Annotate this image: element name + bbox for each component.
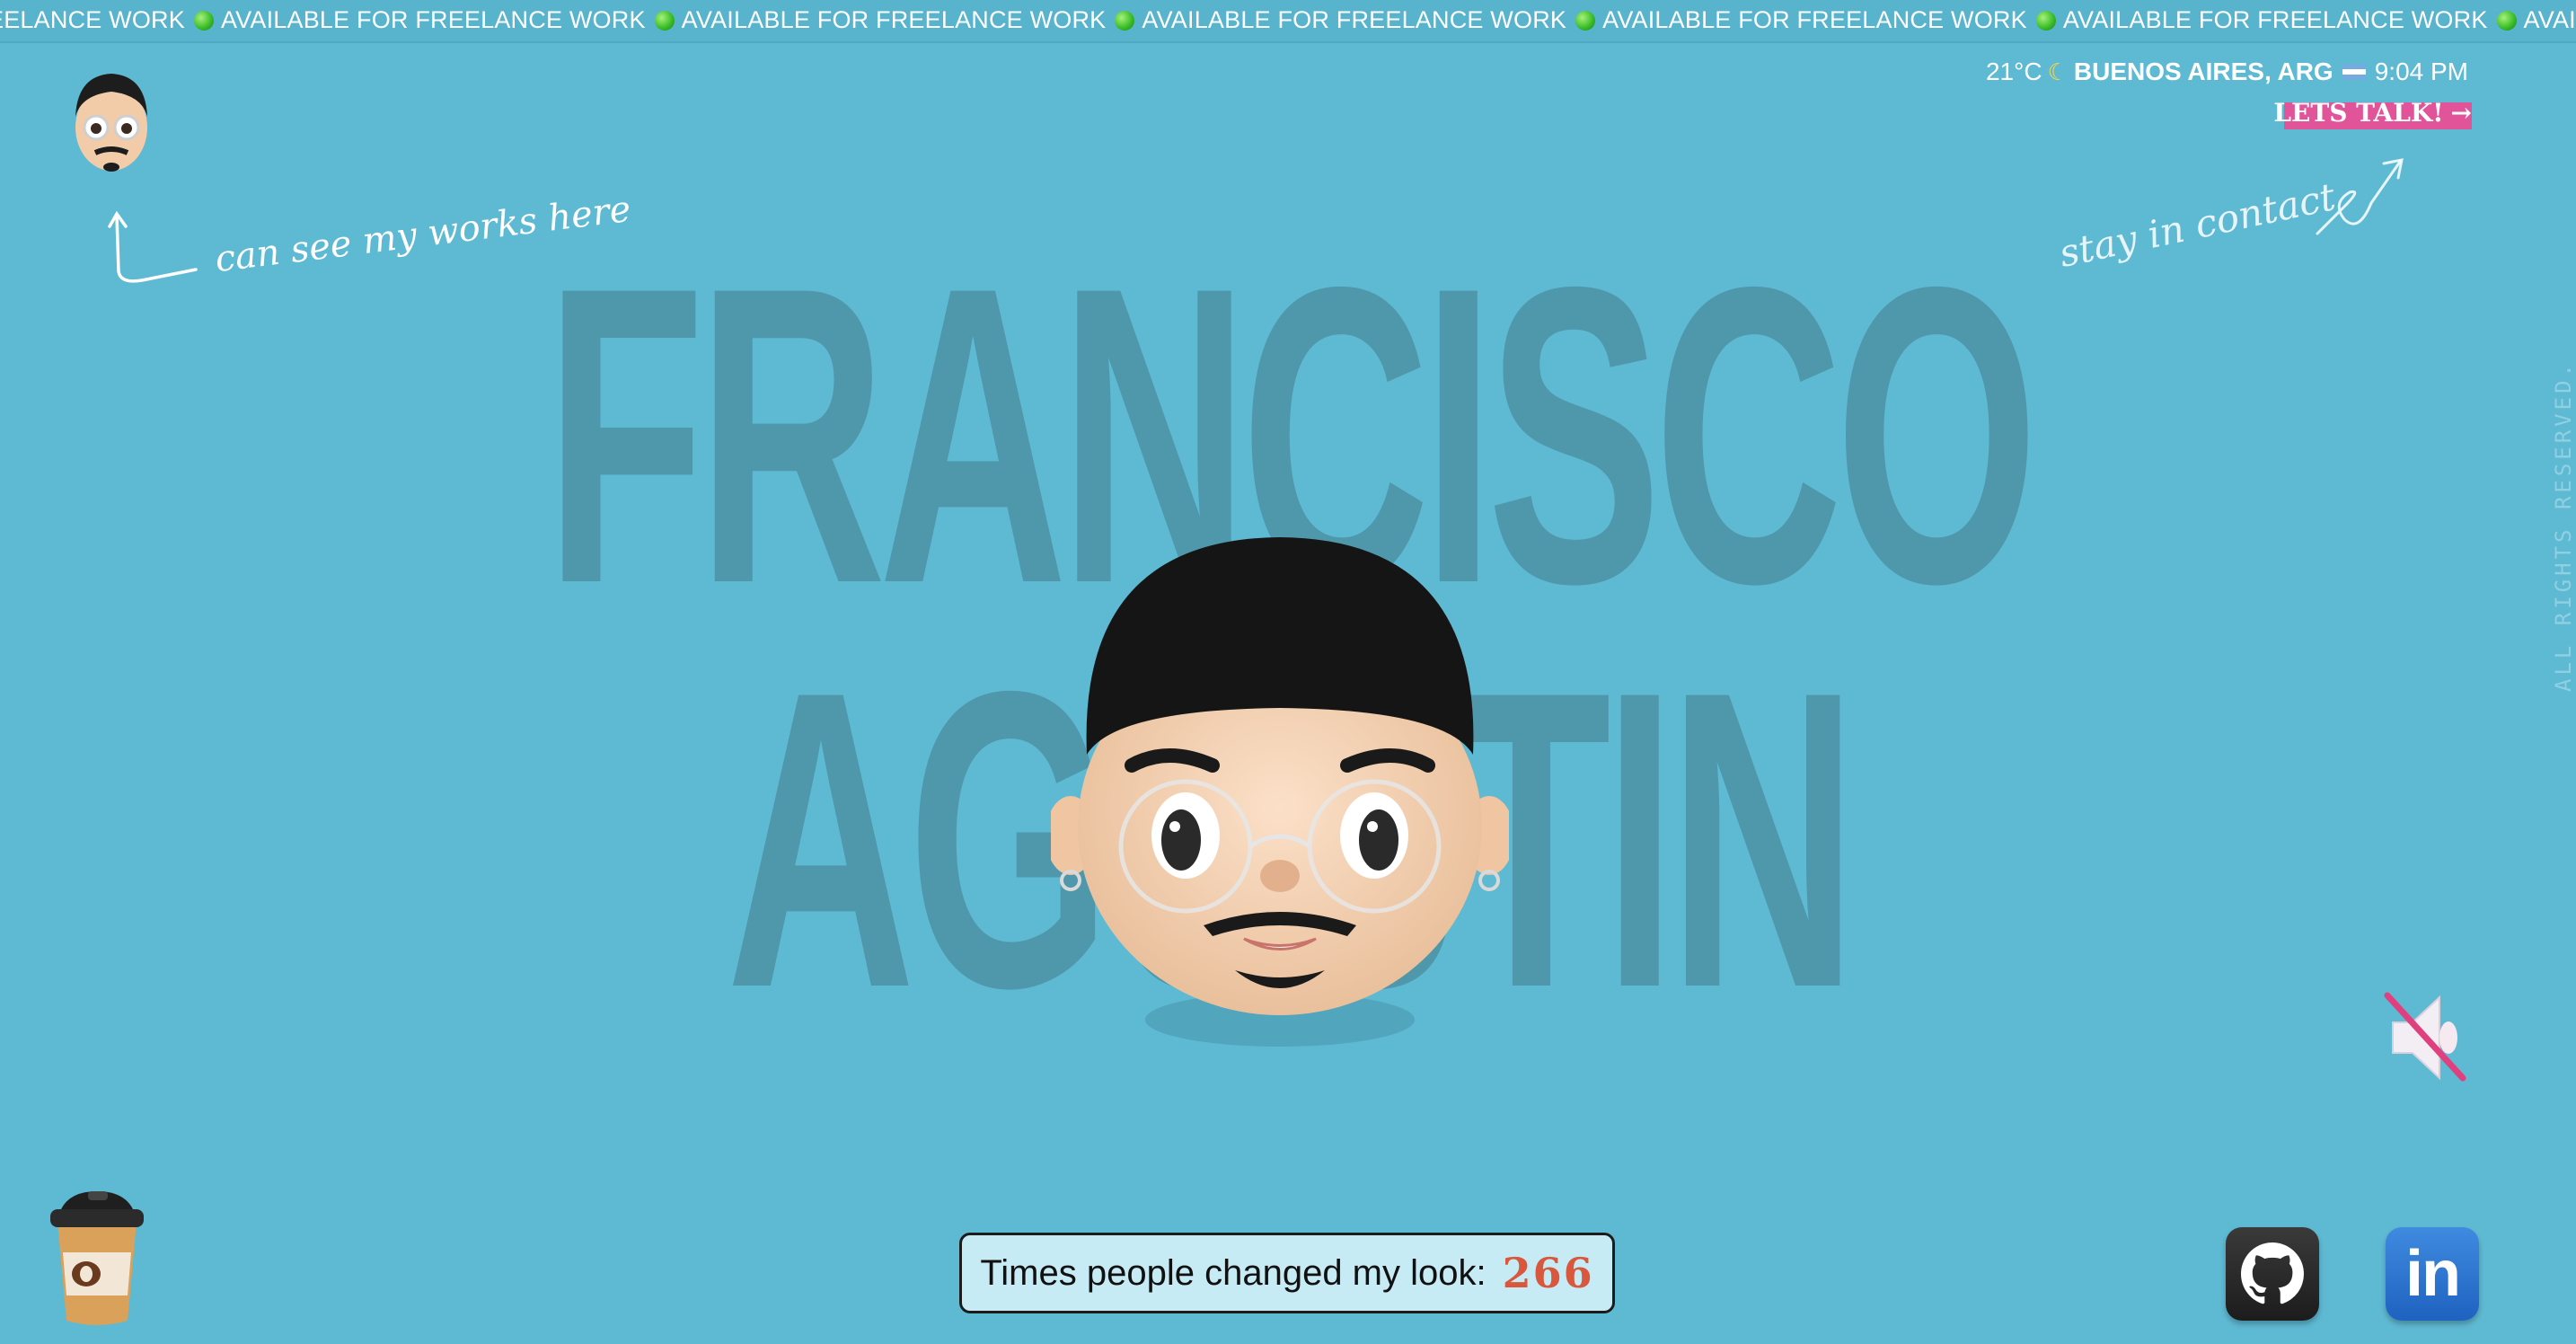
- ticker-text: AVAILABLE FOR FREELANCE WORK: [1142, 6, 1567, 33]
- green-dot-icon: [1115, 10, 1135, 31]
- rights-reserved: ALL RIGHTS RESERVED.: [2551, 360, 2576, 692]
- green-dot-icon: [2035, 10, 2056, 31]
- ticker-text: AVAILABLE FOR FREELANCE WORK: [220, 6, 646, 33]
- avatar-head[interactable]: [1051, 530, 1509, 1051]
- green-dot-icon: [2496, 10, 2517, 31]
- argentina-flag-icon: [2342, 64, 2366, 80]
- green-dot-icon: [193, 10, 214, 31]
- ticker-track: EELANCE WORK AVAILABLE FOR FREELANCE WOR…: [0, 6, 2576, 34]
- coffee-cup-icon[interactable]: [43, 1186, 151, 1330]
- ticker-text: AVAILABLE FOR FREELANCE WORK: [2062, 6, 2488, 33]
- curved-arrow-icon: [108, 210, 198, 283]
- ticker-item: AVAILABLE FOR FREELANCE WORK: [1142, 6, 1596, 34]
- ticker-text: AVAILABLE FOR FREELANCE WORK: [1602, 6, 2027, 33]
- ticker-item: EELANCE WORK: [0, 6, 214, 34]
- github-button[interactable]: [2226, 1227, 2319, 1321]
- loop-arrow-icon: [2316, 158, 2404, 235]
- small-avatar-icon[interactable]: [66, 63, 156, 180]
- ticker-item: AVAILABLE FOR FREELANCE WORK: [2524, 6, 2576, 34]
- speaker-muted-icon[interactable]: [2380, 988, 2470, 1087]
- github-icon: [2241, 1242, 2304, 1304]
- temperature: 21°C: [1985, 57, 2042, 85]
- local-time: 9:04 PM: [2374, 57, 2468, 85]
- counter-value: 266: [1502, 1249, 1594, 1297]
- moon-icon: ☾: [2047, 57, 2069, 85]
- look-change-counter: Times people changed my look: 266: [959, 1233, 1615, 1313]
- location-weather: 21°C ☾ BUENOS AIRES, ARG 9:04 PM: [1986, 57, 2468, 86]
- green-dot-icon: [1575, 10, 1596, 31]
- ticker-item: AVAILABLE FOR FREELANCE WORK: [682, 6, 1135, 34]
- freelance-ticker: EELANCE WORK AVAILABLE FOR FREELANCE WOR…: [0, 0, 2576, 43]
- lets-talk-link[interactable]: LETS TALK! →: [2273, 95, 2472, 129]
- city: BUENOS AIRES, ARG: [2073, 57, 2333, 85]
- ticker-item: AVAILABLE FOR FREELANCE WORK: [2063, 6, 2517, 34]
- linkedin-icon: in: [2405, 1238, 2461, 1310]
- green-dot-icon: [654, 10, 675, 31]
- ticker-item: AVAILABLE FOR FREELANCE WORK: [221, 6, 675, 34]
- ticker-item: AVAILABLE FOR FREELANCE WORK: [1602, 6, 2056, 34]
- arrow-right-icon: →: [2450, 97, 2472, 128]
- ticker-text: AVAILABLE FOR FREELANCE WORK: [2523, 6, 2576, 33]
- counter-label: Times people changed my look:: [980, 1252, 1486, 1293]
- contact-hint: stay in contact: [2055, 174, 2340, 276]
- ticker-text: AVAILABLE FOR FREELANCE WORK: [681, 6, 1107, 33]
- ticker-text: EELANCE WORK: [0, 6, 185, 33]
- linkedin-button[interactable]: in: [2386, 1227, 2479, 1321]
- cta-label: LETS TALK!: [2273, 97, 2444, 128]
